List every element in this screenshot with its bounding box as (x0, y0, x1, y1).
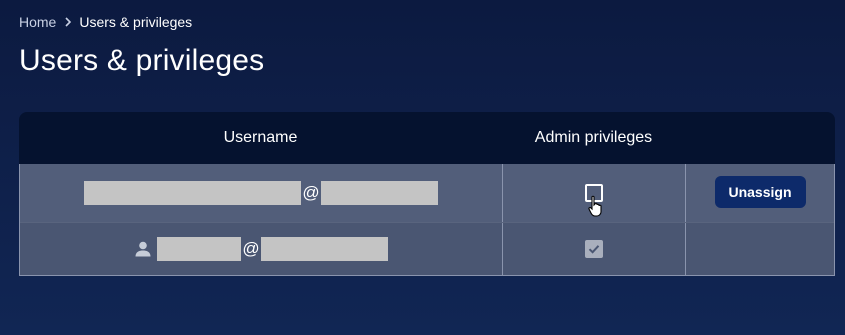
redacted-domain (320, 181, 438, 205)
breadcrumb-current: Users & privileges (79, 14, 193, 30)
page-title: Users & privileges (19, 44, 265, 77)
column-header-username: Username (223, 129, 298, 146)
table-body: @ Unassign @ (19, 164, 835, 276)
hand-pointer-icon (588, 195, 602, 217)
admin-privileges-cell (503, 164, 686, 222)
username-cell: @ (20, 164, 503, 222)
chevron-right-icon (65, 17, 72, 27)
table-header: Username Admin privileges (19, 112, 835, 164)
at-sign: @ (242, 239, 260, 258)
table-row: @ (20, 222, 834, 275)
redacted-domain (260, 237, 388, 261)
at-sign: @ (302, 183, 320, 202)
admin-privileges-checkbox-checked (585, 240, 603, 258)
action-cell (686, 223, 834, 275)
action-cell: Unassign (686, 164, 834, 222)
breadcrumb: Home Users & privileges (19, 13, 192, 31)
unassign-button[interactable]: Unassign (714, 175, 806, 208)
column-header-admin-privileges: Admin privileges (534, 129, 653, 146)
redacted-username (84, 181, 302, 205)
users-table: Username Admin privileges @ Unassign @ (19, 112, 835, 276)
person-icon (135, 241, 151, 257)
redacted-username (157, 237, 242, 261)
checkmark-icon (588, 245, 600, 254)
admin-privileges-cell (503, 223, 686, 275)
username-cell: @ (20, 223, 503, 275)
table-row: @ Unassign (20, 164, 834, 222)
breadcrumb-home-link[interactable]: Home (19, 14, 56, 30)
